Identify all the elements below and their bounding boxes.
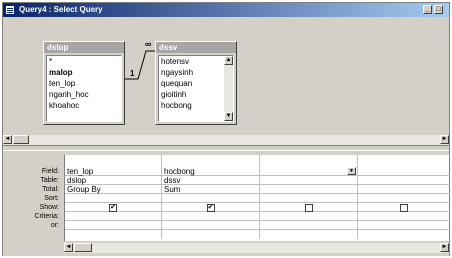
- window-title: Query4 : Select Query: [19, 5, 103, 14]
- sort-cell[interactable]: [358, 194, 450, 203]
- dropdown-arrow-icon[interactable]: ▼: [347, 167, 356, 175]
- join-many-label: ∞: [145, 39, 152, 49]
- query-design-grid: ten_lop dslop Group By ✔ hocbong dssv Su…: [64, 155, 450, 241]
- grid-column: ten_lop dslop Group By ✔: [65, 155, 162, 239]
- row-label-sort: Sort:: [44, 195, 59, 202]
- sort-cell[interactable]: [162, 194, 259, 203]
- scroll-right-icon[interactable]: ►: [440, 135, 449, 144]
- table-cell[interactable]: dssv: [162, 176, 259, 185]
- minimize-button[interactable]: _: [423, 5, 432, 14]
- row-label-table: Table:: [40, 177, 59, 184]
- grid-column: hocbong dssv Sum ✔: [162, 155, 260, 239]
- sort-cell[interactable]: [260, 194, 357, 203]
- horizontal-scrollbar[interactable]: ◄ ►: [3, 135, 449, 145]
- grid-column: ▼: [260, 155, 358, 239]
- show-checkbox[interactable]: [304, 204, 313, 212]
- show-cell: [260, 203, 357, 212]
- scroll-left-icon[interactable]: ◄: [64, 243, 73, 252]
- total-cell[interactable]: Group By: [65, 185, 161, 194]
- maximize-button[interactable]: □: [434, 5, 443, 14]
- grid-horizontal-scrollbar[interactable]: ◄ ►: [64, 243, 449, 253]
- field-cell[interactable]: [358, 167, 450, 176]
- field-cell[interactable]: ▼: [260, 167, 357, 176]
- query-icon: [5, 5, 15, 15]
- criteria-cell[interactable]: [260, 212, 357, 221]
- or-cell[interactable]: [162, 221, 259, 230]
- row-label-or: or:: [50, 222, 59, 229]
- or-cell[interactable]: [260, 221, 357, 230]
- criteria-cell[interactable]: [162, 212, 259, 221]
- table-pane: dslop * malop ten_lop nganh_hoc khoahoc …: [3, 17, 449, 145]
- show-checkbox[interactable]: [400, 204, 408, 212]
- sort-cell[interactable]: [65, 194, 161, 203]
- row-label-show: Show:: [39, 204, 59, 211]
- row-label-field: Field:: [41, 168, 59, 175]
- scroll-left-icon[interactable]: ◄: [3, 135, 12, 144]
- table-cell[interactable]: dslop: [65, 176, 161, 185]
- title-bar[interactable]: Query4 : Select Query _ □: [3, 3, 449, 17]
- scroll-thumb[interactable]: [74, 243, 92, 252]
- query-window: Query4 : Select Query _ □ dslop * malop …: [2, 2, 450, 256]
- show-checkbox[interactable]: ✔: [206, 204, 215, 212]
- total-cell[interactable]: Sum: [162, 185, 259, 194]
- grid-column: [358, 155, 450, 239]
- field-cell[interactable]: hocbong: [162, 167, 259, 176]
- row-label-criteria: Criteria:: [34, 213, 59, 220]
- field-cell[interactable]: ten_lop: [65, 167, 161, 176]
- total-cell[interactable]: [260, 185, 357, 194]
- show-cell: [358, 203, 450, 212]
- or-cell[interactable]: [358, 221, 450, 230]
- show-cell: ✔: [162, 203, 259, 212]
- row-label-total: Total:: [42, 186, 59, 193]
- join-line[interactable]: [3, 17, 449, 145]
- criteria-cell[interactable]: [65, 212, 161, 221]
- criteria-cell[interactable]: [358, 212, 450, 221]
- table-cell[interactable]: [358, 176, 450, 185]
- show-checkbox[interactable]: ✔: [109, 204, 117, 212]
- total-cell[interactable]: [358, 185, 450, 194]
- table-cell[interactable]: [260, 176, 357, 185]
- or-cell[interactable]: [65, 221, 161, 230]
- scroll-right-icon[interactable]: ►: [440, 243, 449, 252]
- design-grid-area: Field: Table: Total: Sort: Show: Criteri…: [3, 151, 450, 256]
- join-one-label: 1: [130, 69, 135, 78]
- scroll-thumb[interactable]: [13, 135, 29, 144]
- show-cell: ✔: [65, 203, 161, 212]
